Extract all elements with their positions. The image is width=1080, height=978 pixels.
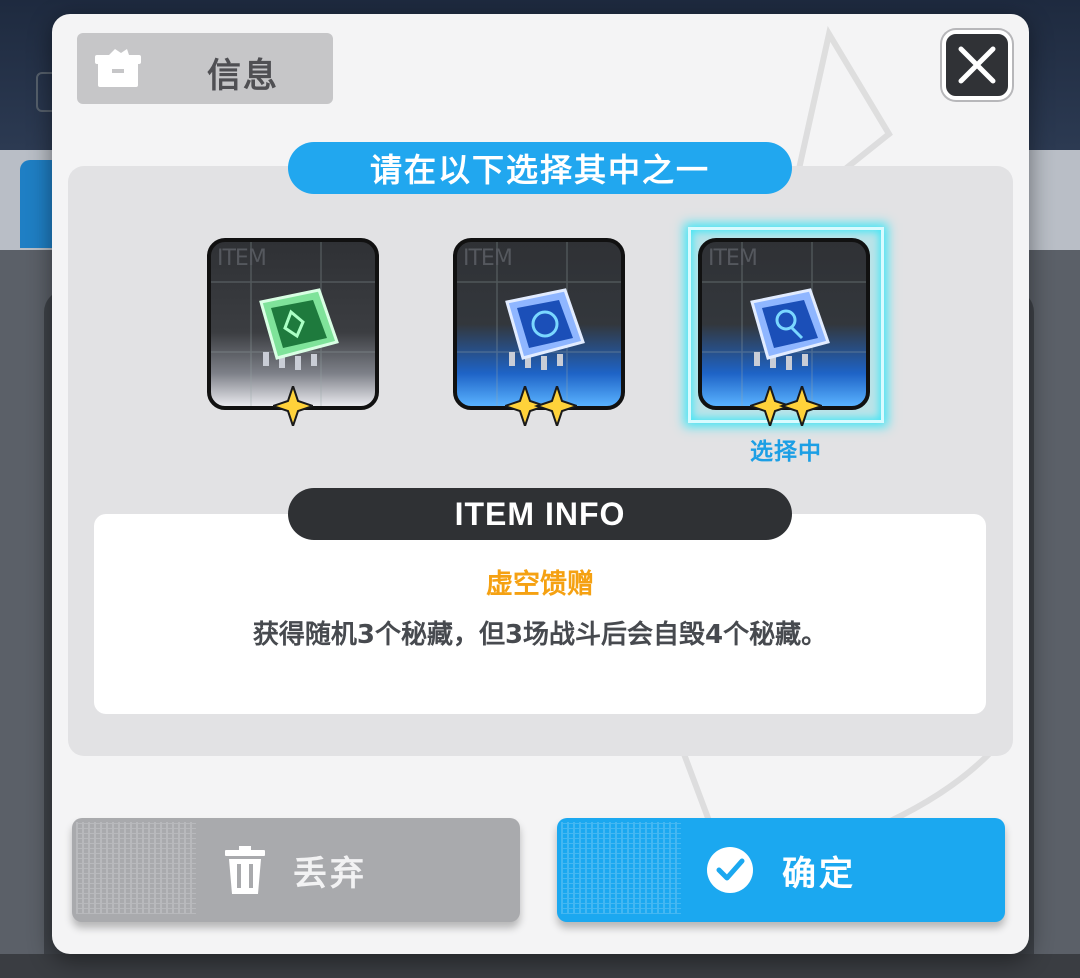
button-texture bbox=[561, 822, 681, 914]
trash-icon bbox=[225, 846, 265, 894]
selected-status-label: 选择中 bbox=[750, 439, 822, 465]
item-frame: ITEM bbox=[698, 238, 870, 410]
confirm-button[interactable]: 确定 bbox=[557, 818, 1005, 922]
discard-button[interactable]: 丢弃 bbox=[72, 818, 520, 922]
background-bottom-strip bbox=[0, 954, 1080, 978]
chip-icon bbox=[505, 288, 585, 370]
dialog-header-tag: 信息 bbox=[77, 33, 333, 104]
dialog-title: 信息 bbox=[207, 56, 279, 96]
confirm-button-label: 确定 bbox=[782, 853, 856, 894]
item-card-1[interactable]: ITEM bbox=[207, 238, 379, 426]
item-description: 获得随机3个秘藏，但3场战斗后会自毁4个秘藏。 bbox=[252, 620, 828, 650]
item-frame: ITEM bbox=[453, 238, 625, 410]
item-card-3[interactable]: ITEM bbox=[698, 238, 870, 426]
selection-prompt-banner: 请在以下选择其中之一 bbox=[288, 142, 792, 194]
chip-icon bbox=[259, 288, 339, 370]
close-button[interactable] bbox=[942, 30, 1012, 100]
rarity-stars bbox=[750, 386, 822, 426]
close-icon bbox=[958, 46, 996, 84]
item-card-2[interactable]: ITEM bbox=[453, 238, 625, 426]
button-texture bbox=[76, 822, 196, 914]
item-frame: ITEM bbox=[207, 238, 379, 410]
item-watermark-text: ITEM bbox=[463, 246, 513, 271]
discard-button-label: 丢弃 bbox=[293, 853, 367, 894]
item-watermark-text: ITEM bbox=[708, 246, 758, 271]
box-icon bbox=[95, 49, 141, 87]
chip-icon bbox=[750, 288, 830, 370]
item-select-dialog: 信息 请在以下选择其中之一 ITEM ITEM ITEM 选择中 ITEM IN… bbox=[52, 14, 1029, 954]
item-watermark-text: ITEM bbox=[217, 246, 267, 271]
rarity-stars bbox=[273, 386, 313, 426]
check-circle-icon bbox=[707, 847, 753, 893]
item-info-header: ITEM INFO bbox=[288, 488, 792, 540]
rarity-stars bbox=[505, 386, 577, 426]
item-name: 虚空馈赠 bbox=[486, 569, 594, 600]
